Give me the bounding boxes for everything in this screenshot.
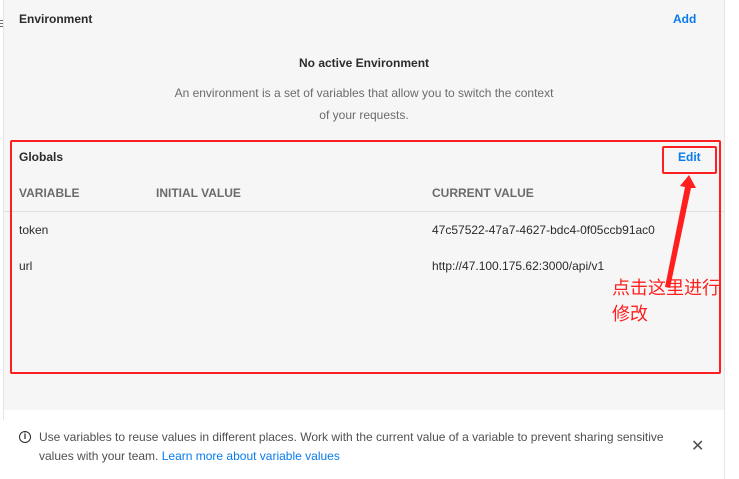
annotation-arrow-icon bbox=[665, 175, 696, 288]
learn-more-link[interactable]: Learn more about variable values bbox=[162, 449, 340, 463]
footer-message: Use variables to reuse values in differe… bbox=[39, 428, 679, 466]
close-icon[interactable]: ✕ bbox=[691, 439, 704, 455]
annotation-text: 点击这里进行修改 bbox=[612, 278, 720, 325]
footer-text: Use variables to reuse values in differe… bbox=[39, 430, 664, 463]
info-icon: i bbox=[19, 431, 31, 443]
